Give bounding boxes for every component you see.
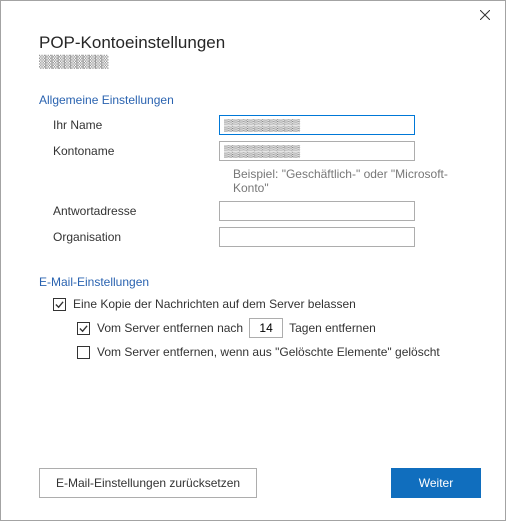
checkbox-remove-after[interactable] <box>77 322 90 335</box>
close-button[interactable] <box>465 1 505 29</box>
input-remove-after-days[interactable] <box>249 318 283 338</box>
row-org: Organisation <box>39 227 467 247</box>
label-name: Ihr Name <box>39 118 219 132</box>
row-remove-deleted: Vom Server entfernen, wenn aus "Gelöscht… <box>39 345 467 359</box>
row-remove-after: Vom Server entfernen nach Tagen entferne… <box>39 318 467 338</box>
section-email-header: E-Mail-Einstellungen <box>39 275 467 289</box>
input-account[interactable] <box>219 141 415 161</box>
row-leave-copy: Eine Kopie der Nachrichten auf dem Serve… <box>39 297 467 311</box>
dialog-window: POP-Kontoeinstellungen ▒▒▒▒▒▒▒▒▒▒▒ Allge… <box>0 0 506 521</box>
checkbox-leave-copy[interactable] <box>53 298 66 311</box>
checkbox-remove-deleted[interactable] <box>77 346 90 359</box>
row-name: Ihr Name <box>39 115 467 135</box>
dialog-content: POP-Kontoeinstellungen ▒▒▒▒▒▒▒▒▒▒▒ Allge… <box>1 29 505 359</box>
reset-button[interactable]: E-Mail-Einstellungen zurücksetzen <box>39 468 257 498</box>
dialog-title: POP-Kontoeinstellungen <box>39 33 467 53</box>
label-remove-after-pre: Vom Server entfernen nach <box>97 321 243 335</box>
next-button[interactable]: Weiter <box>391 468 481 498</box>
input-name[interactable] <box>219 115 415 135</box>
label-remove-deleted: Vom Server entfernen, wenn aus "Gelöscht… <box>97 345 440 359</box>
label-account: Kontoname <box>39 144 219 158</box>
row-account: Kontoname <box>39 141 467 161</box>
row-reply: Antwortadresse <box>39 201 467 221</box>
account-example-text: Beispiel: "Geschäftlich-" oder "Microsof… <box>233 167 467 195</box>
label-org: Organisation <box>39 230 219 244</box>
button-bar: E-Mail-Einstellungen zurücksetzen Weiter <box>39 468 481 498</box>
section-general-header: Allgemeine Einstellungen <box>39 93 467 107</box>
label-remove-after-post: Tagen entfernen <box>289 321 376 335</box>
label-leave-copy: Eine Kopie der Nachrichten auf dem Serve… <box>73 297 356 311</box>
input-org[interactable] <box>219 227 415 247</box>
label-reply: Antwortadresse <box>39 204 219 218</box>
input-reply[interactable] <box>219 201 415 221</box>
titlebar <box>1 1 505 29</box>
close-icon <box>480 10 490 20</box>
dialog-subtitle: ▒▒▒▒▒▒▒▒▒▒▒ <box>39 55 467 69</box>
